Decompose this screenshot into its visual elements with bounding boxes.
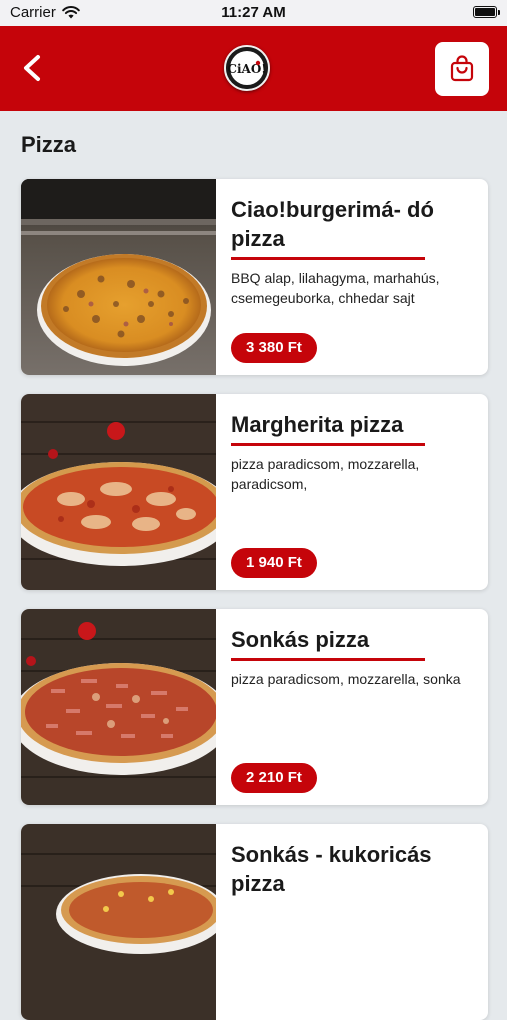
product-info: Ciao!burgerimá- dó pizza BBQ alap, lilah… [231,195,478,308]
title-underline [231,658,425,661]
product-card[interactable]: Ciao!burgerimá- dó pizza BBQ alap, lilah… [21,179,488,375]
section-title: Pizza [21,132,77,157]
product-description: BBQ alap, lilahagyma, marhahús, csemegeu… [231,270,440,306]
logo-text: CiAO! [227,62,266,76]
product-description: pizza paradicsom, mozzarella, sonka [231,671,461,687]
title-underline [231,443,425,446]
brand-logo: CiAO! [224,45,270,91]
shopping-bag-icon [450,55,474,82]
product-name: Sonkás - kukoricás pizza [231,842,432,896]
title-underline [231,257,425,260]
cart-button[interactable] [435,42,489,96]
product-card[interactable]: Sonkás pizza pizza paradicsom, mozzarell… [21,609,488,805]
status-time: 11:27 AM [221,4,286,21]
status-bar: Carrier 11:27 AM [0,0,507,26]
product-name: Ciao!burgerimá- dó pizza [231,197,434,251]
product-name: Sonkás pizza [231,627,370,652]
product-image [21,179,216,375]
product-image [21,824,216,1020]
product-description: pizza paradicsom, mozzarella, paradicsom… [231,456,420,492]
battery-icon [473,6,500,18]
product-card[interactable]: Margherita pizza pizza paradicsom, mozza… [21,394,488,590]
product-info: Sonkás pizza pizza paradicsom, mozzarell… [231,625,478,689]
product-info: Sonkás - kukoricás pizza [231,840,478,898]
product-image [21,609,216,805]
product-image [21,394,216,590]
product-name: Margherita pizza [231,412,404,437]
back-button[interactable] [14,48,54,88]
price-badge[interactable]: 2 210 Ft [231,763,317,793]
price-badge[interactable]: 1 940 Ft [231,548,317,578]
chevron-left-icon [24,55,40,81]
product-info: Margherita pizza pizza paradicsom, mozza… [231,410,478,494]
product-card[interactable]: Sonkás - kukoricás pizza [21,824,488,1020]
price-badge[interactable]: 3 380 Ft [231,333,317,363]
app-header: CiAO! [0,26,507,111]
